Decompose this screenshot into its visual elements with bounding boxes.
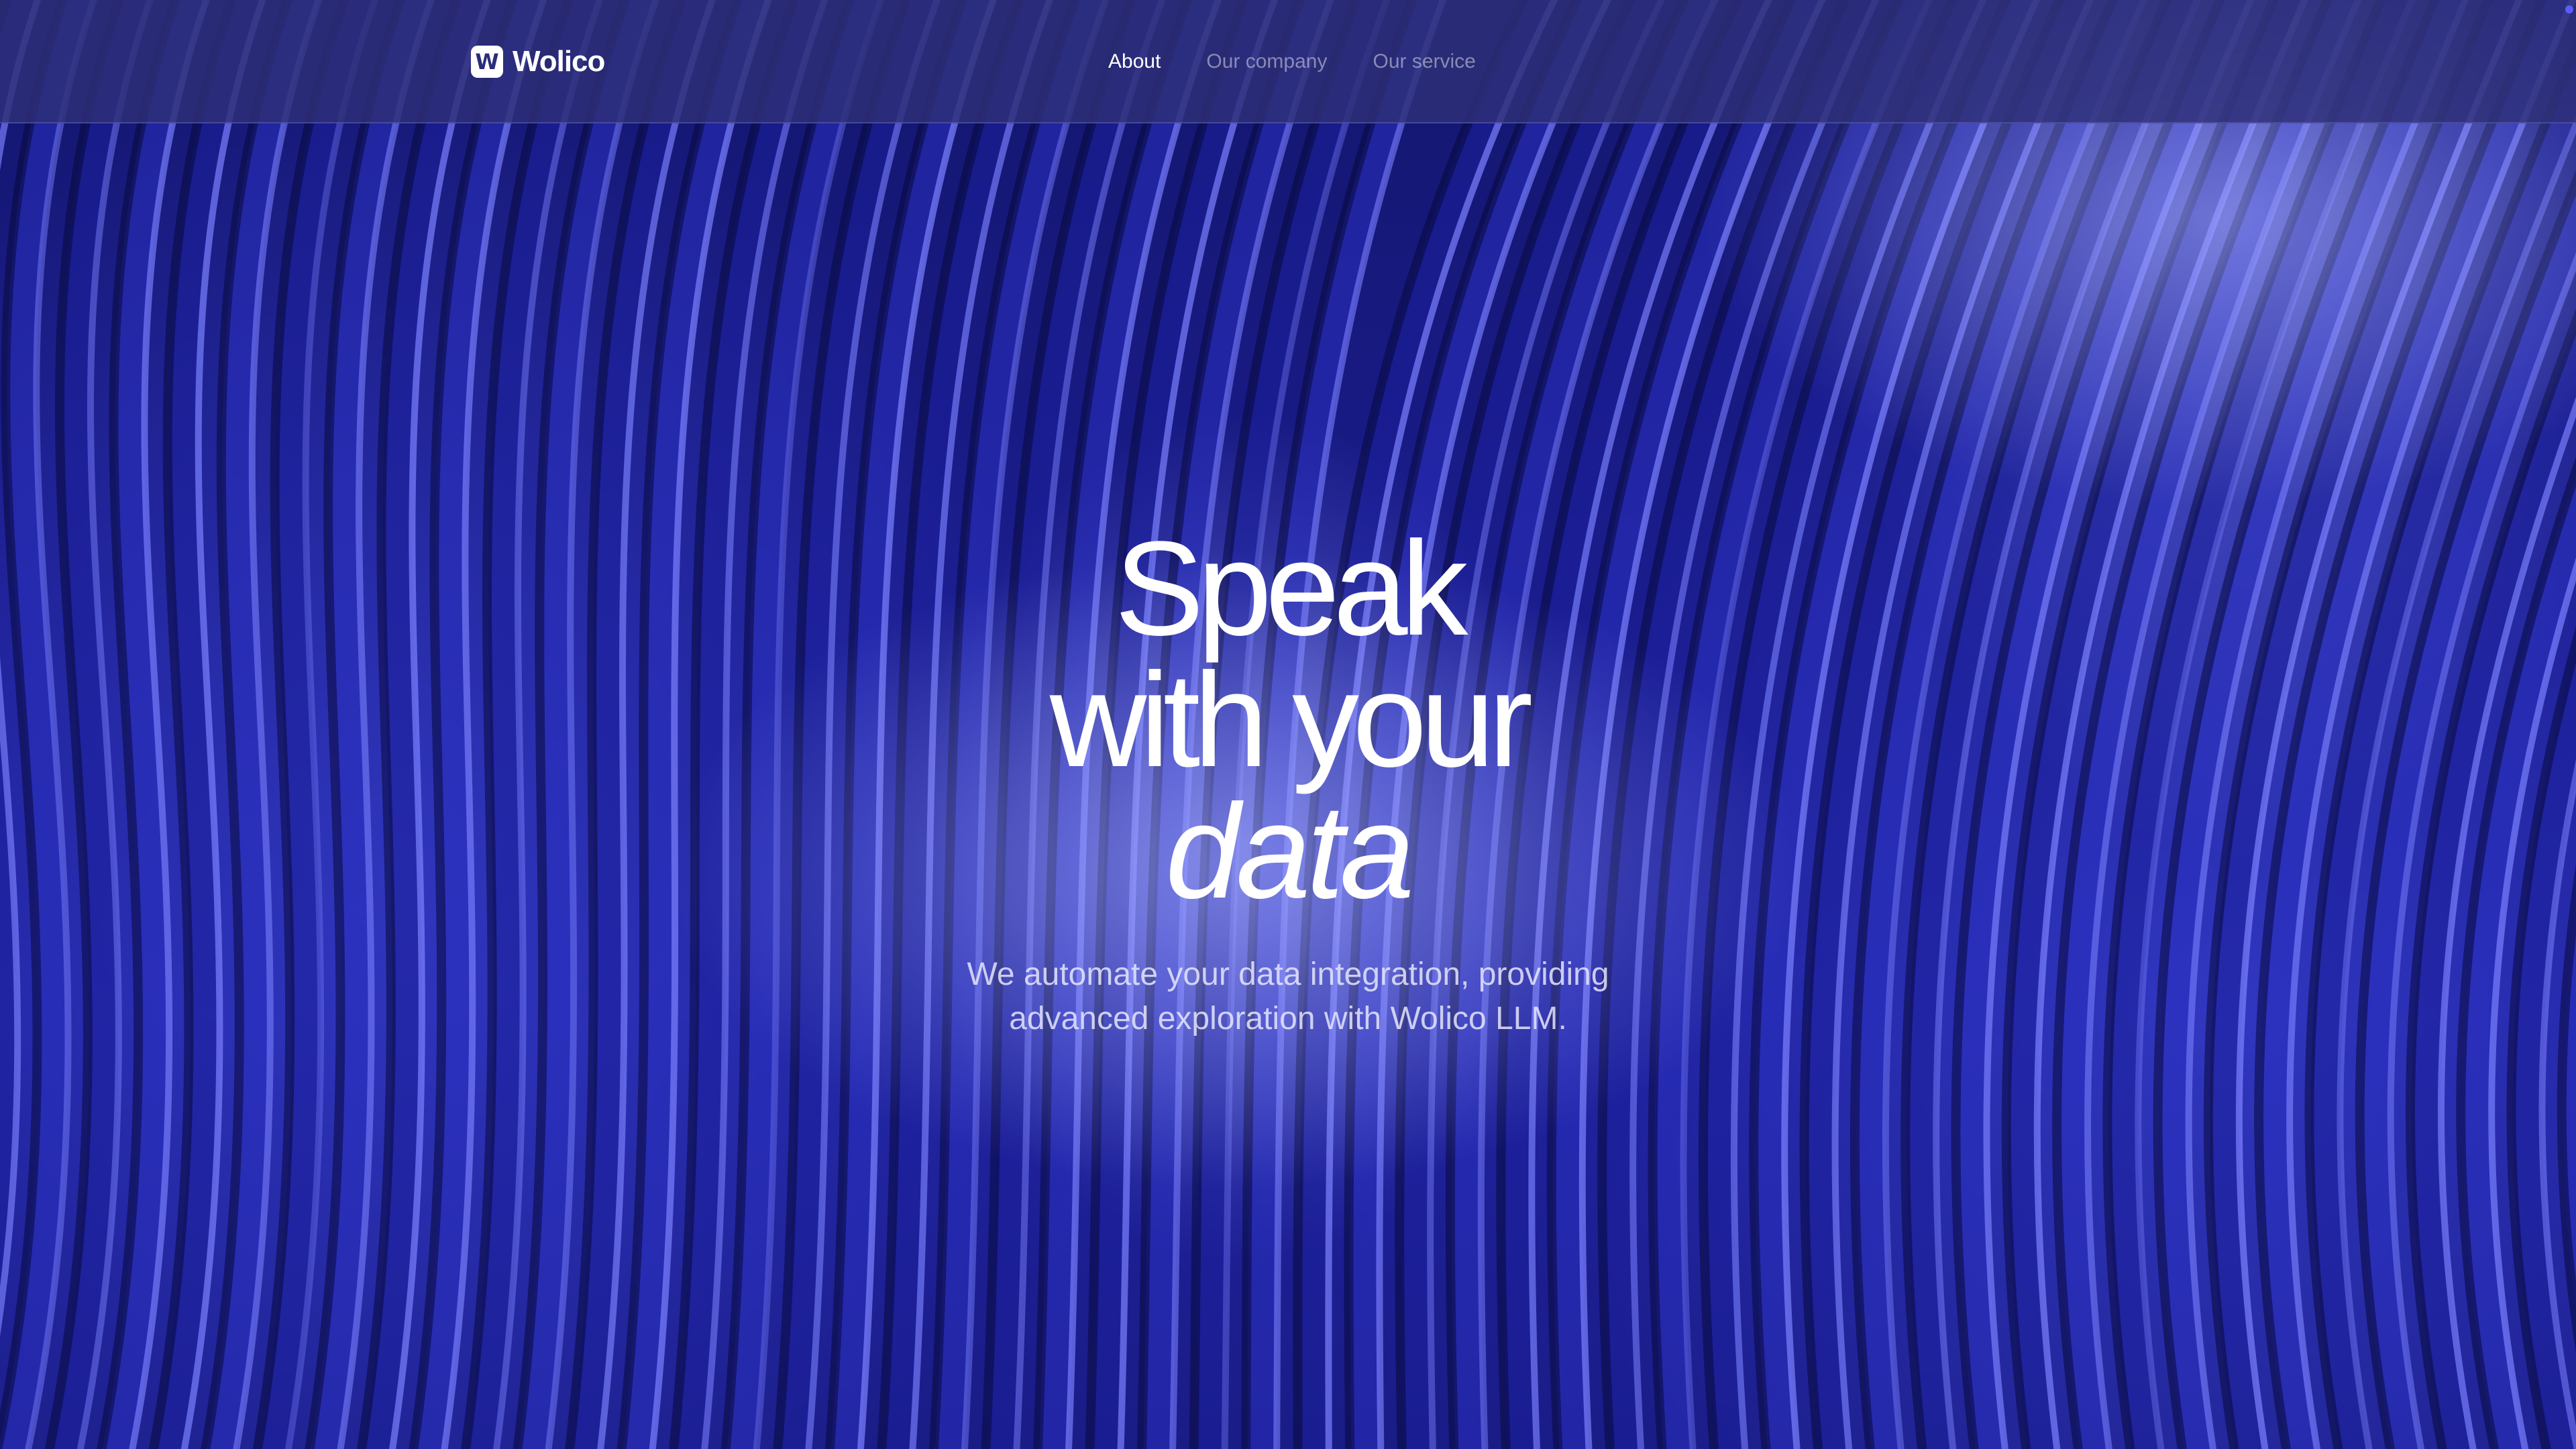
headline-accent-word: data bbox=[1165, 777, 1414, 926]
hero-subtitle: We automate your data integration, provi… bbox=[967, 957, 1609, 1036]
logo-mark-icon: W bbox=[471, 46, 503, 78]
nav-link-our-service[interactable]: Our service bbox=[1373, 50, 1475, 73]
nav-link-our-company[interactable]: Our company bbox=[1206, 50, 1327, 73]
hero-section: Speak with your data We automate your da… bbox=[0, 514, 2576, 1041]
main-nav: About Our company Our service bbox=[1108, 47, 1476, 76]
logo-mark-glyph: W bbox=[475, 49, 499, 74]
brand-logo[interactable]: W Wolico bbox=[471, 43, 605, 80]
headline-line-1: Speak bbox=[1114, 514, 1468, 663]
nav-link-about[interactable]: About bbox=[1108, 50, 1161, 73]
top-navbar: W Wolico About Our company Our service bbox=[0, 0, 2576, 123]
page: W Wolico About Our company Our service S… bbox=[0, 0, 2576, 1449]
corner-indicator-dot bbox=[2565, 5, 2573, 13]
hero-headline: Speak with your data bbox=[0, 514, 2576, 926]
headline-line-2: with your bbox=[1049, 645, 1533, 795]
brand-name: Wolico bbox=[513, 45, 605, 78]
